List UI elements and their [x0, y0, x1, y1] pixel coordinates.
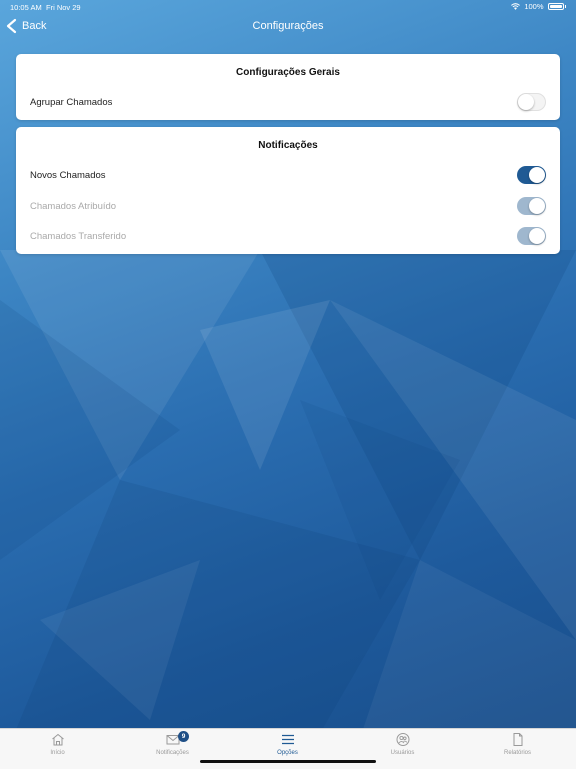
toggle-knob	[529, 228, 545, 244]
novos-chamados-toggle[interactable]	[517, 166, 546, 184]
general-settings-header: Configurações Gerais	[236, 67, 340, 78]
home-icon	[51, 733, 64, 746]
document-icon	[513, 733, 522, 746]
setting-label: Agrupar Chamados	[30, 96, 113, 108]
tab-label: Início	[50, 750, 65, 756]
setting-row-novos-chamados: Novos Chamados	[30, 165, 546, 185]
notifications-header: Notificações	[258, 140, 318, 151]
toggle-knob	[529, 167, 545, 183]
battery-tip	[564, 5, 566, 8]
setting-row-chamados-atribuido: Chamados Atribuído	[30, 196, 546, 216]
chamados-transferido-toggle[interactable]	[517, 227, 546, 245]
general-settings-card: Configurações Gerais Agrupar Chamados	[16, 54, 560, 120]
users-icon	[396, 733, 409, 746]
navigation-bar: Back Configurações	[0, 14, 576, 40]
tab-label: Notificações	[156, 750, 189, 756]
toggle-knob	[529, 198, 545, 214]
tab-notificacoes[interactable]: 9 Notificações	[115, 731, 230, 763]
notification-badge: 9	[178, 731, 189, 742]
battery-percent: 100%	[524, 2, 544, 11]
tab-usuarios[interactable]: Usuários	[345, 733, 460, 763]
menu-icon	[281, 734, 294, 745]
setting-label: Chamados Atribuído	[30, 200, 117, 212]
toggle-knob	[518, 94, 534, 110]
home-indicator	[200, 760, 376, 763]
notifications-card: Notificações Novos Chamados Chamados Atr…	[16, 127, 560, 254]
battery-icon	[547, 3, 564, 10]
tab-opcoes[interactable]: Opções	[230, 733, 345, 763]
status-time: 10:05 AM	[10, 3, 42, 12]
chamados-atribuido-toggle[interactable]	[517, 197, 546, 215]
tab-label: Usuários	[390, 750, 415, 756]
setting-label: Chamados Transferido	[30, 230, 127, 242]
setting-row-agrupar-chamados: Agrupar Chamados	[30, 92, 546, 112]
status-right: 100%	[511, 2, 566, 11]
status-date: Fri Nov 29	[46, 3, 81, 12]
setting-row-chamados-transferido: Chamados Transferido	[30, 226, 546, 246]
tab-inicio[interactable]: Início	[0, 733, 115, 763]
tab-label: Relatórios	[503, 750, 531, 756]
agrupar-chamados-toggle[interactable]	[517, 93, 546, 111]
wifi-icon	[511, 3, 521, 10]
status-bar: 10:05 AM Fri Nov 29 100%	[0, 0, 576, 14]
tab-relatorios[interactable]: Relatórios	[460, 733, 575, 763]
page-title: Configurações	[252, 20, 324, 32]
tab-label: Opções	[277, 750, 298, 756]
setting-label: Novos Chamados	[30, 169, 106, 181]
